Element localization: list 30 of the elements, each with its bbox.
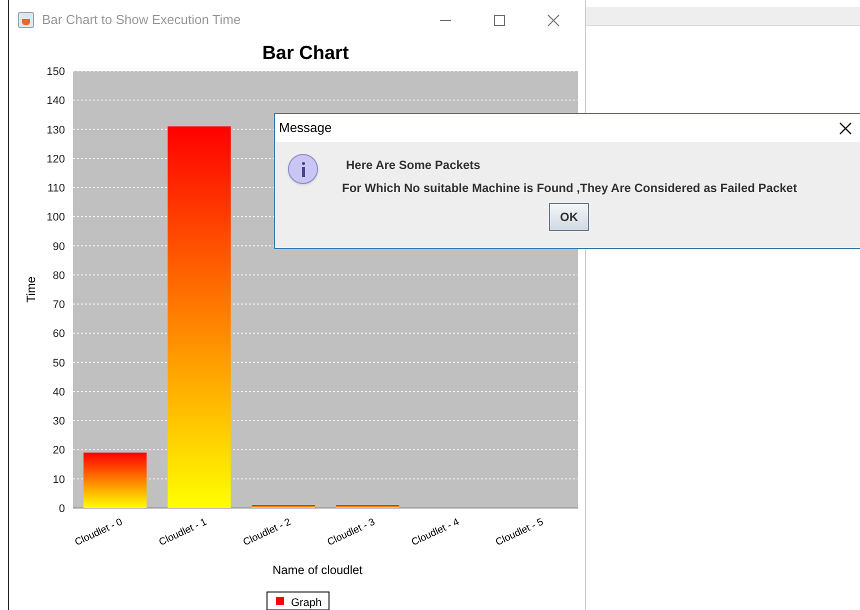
x-axis-title: Name of cloudlet	[272, 563, 363, 577]
legend: Graph	[266, 592, 330, 610]
y-tick-label: 140	[46, 95, 65, 108]
y-tick-label: 60	[52, 328, 65, 340]
y-tick-label: 70	[52, 299, 65, 312]
y-tick-label: 0	[58, 503, 65, 515]
y-tick-label: 30	[52, 416, 65, 428]
legend-label: Graph	[291, 597, 322, 609]
y-tick-label: 10	[52, 474, 65, 486]
dialog-message: For Which No suitable Machine is Found ,They Are Considered as Failed Packet	[342, 180, 797, 197]
y-tick-label: 110	[47, 182, 65, 195]
chart-title: Bar Chart	[262, 43, 349, 64]
y-tick-label: 80	[52, 270, 65, 282]
y-tick-label: 130	[46, 124, 65, 136]
y-axis-title: Time	[24, 276, 38, 303]
ok-button[interactable]: OK	[549, 203, 589, 231]
close-icon	[546, 14, 560, 26]
close-icon	[838, 122, 852, 134]
java-cup-icon	[18, 12, 34, 28]
y-tick-label: 50	[52, 357, 65, 370]
y-tick-label: 40	[52, 386, 65, 398]
window-title: Bar Chart to Show Execution Time	[42, 11, 241, 30]
y-tick-label: 150	[46, 66, 65, 78]
dialog-title: Message	[279, 119, 332, 138]
y-tick-label: 100	[46, 212, 65, 224]
info-icon	[288, 154, 318, 184]
y-tick-label: 90	[52, 240, 65, 253]
y-tick-label: 120	[46, 153, 65, 166]
dialog-message: Here Are Some Packets	[345, 157, 482, 174]
y-tick-label: 20	[52, 444, 65, 457]
